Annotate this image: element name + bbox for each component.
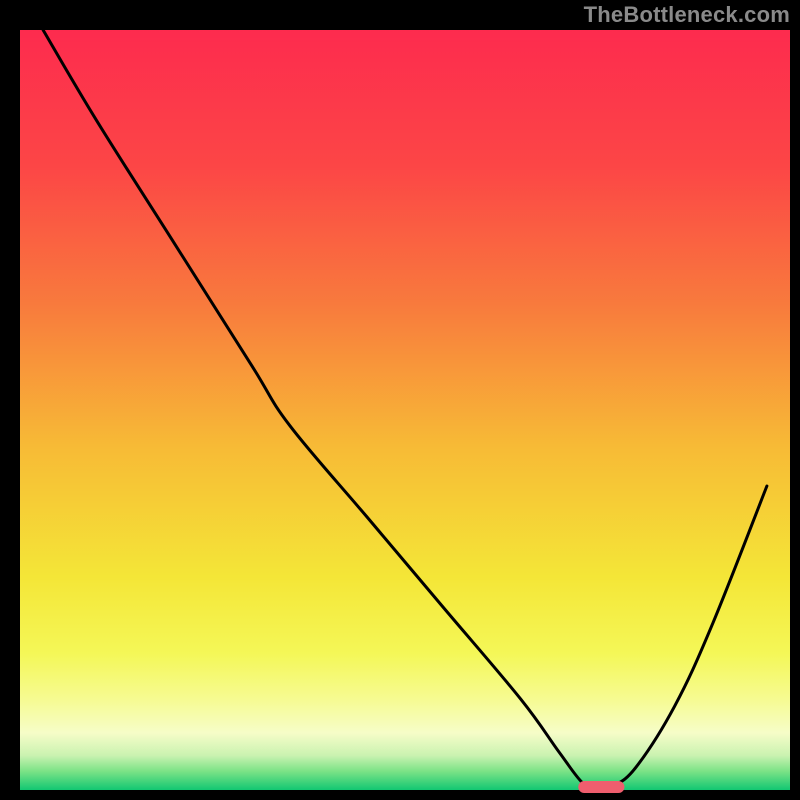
watermark: TheBottleneck.com bbox=[584, 2, 790, 28]
bottleneck-chart: TheBottleneck.com bbox=[0, 0, 800, 800]
optimal-marker bbox=[578, 781, 624, 793]
plot-background bbox=[20, 30, 790, 790]
chart-svg bbox=[0, 0, 800, 800]
